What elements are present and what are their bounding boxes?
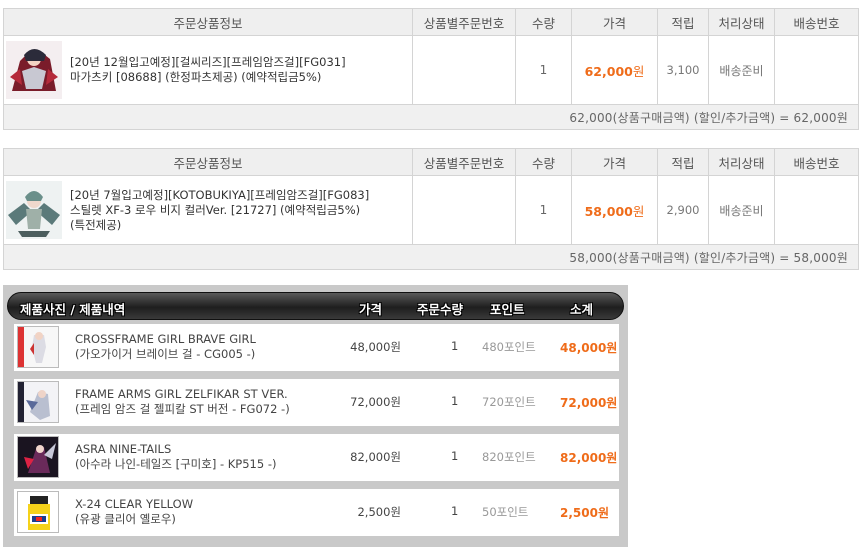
- cart-item-name[interactable]: FRAME ARMS GIRL ZELFIKAR ST VER. (프레임 암즈…: [75, 387, 290, 417]
- header-price: 가격: [571, 8, 658, 36]
- cart-item-name-ko[interactable]: (아수라 나인-테일즈 [구미호] - KP515 -): [75, 457, 276, 472]
- cart-item-qty: 1: [451, 504, 459, 518]
- cart-item-price: 72,000원: [350, 395, 401, 409]
- delivery-no-cell: [774, 175, 859, 245]
- cart-item-points: 50포인트: [482, 505, 529, 519]
- cart-item-points: 720포인트: [482, 395, 536, 409]
- cart-item-name-en[interactable]: ASRA NINE-TAILS: [75, 442, 276, 457]
- product-title-line[interactable]: 스틸렛 XF-3 로우 비지 컬러Ver. [21727] (예약적립금5%): [70, 203, 369, 218]
- cart-item-price: 2,500원: [357, 505, 401, 519]
- paint-bottle-thumbnail-icon[interactable]: [17, 491, 59, 533]
- order-table-1: 주문상품정보 상품별주문번호 수량 가격 적립 처리상태 배송번호 [20년 1…: [3, 8, 859, 130]
- header-order-no: 상품별주문번호: [412, 8, 516, 36]
- cart-header-subtotal: 소계: [570, 302, 594, 317]
- cart-row: X-24 CLEAR YELLOW (유광 클리어 옐로우) 2,500원 1 …: [14, 489, 619, 536]
- cart-item-points: 820포인트: [482, 450, 536, 464]
- status-cell: 배송준비: [708, 175, 775, 245]
- order-table-2: 주문상품정보 상품별주문번호 수량 가격 적립 처리상태 배송번호 [20년 7…: [3, 148, 859, 270]
- header-order-no: 상품별주문번호: [412, 148, 516, 176]
- box-art-thumbnail-icon[interactable]: [17, 436, 59, 478]
- header-qty: 수량: [515, 8, 572, 36]
- cart-box: 제품사진 / 제품내역 가격 주문수량 포인트 소계 CROSSFRAME GI…: [3, 285, 628, 547]
- qty-cell: 1: [515, 175, 572, 245]
- header-status: 처리상태: [708, 148, 775, 176]
- cart-item-qty: 1: [451, 339, 459, 353]
- cart-item-name[interactable]: ASRA NINE-TAILS (아수라 나인-테일즈 [구미호] - KP51…: [75, 442, 276, 472]
- status-cell: 배송준비: [708, 35, 775, 105]
- cart-header-qty: 주문수량: [417, 302, 464, 317]
- cart-item-price: 82,000원: [350, 450, 401, 464]
- cart-item-name-en[interactable]: CROSSFRAME GIRL BRAVE GIRL: [75, 332, 256, 347]
- order-summary: 62,000(상품구매금액) (할인/추가금액) = 62,000원: [3, 104, 859, 130]
- cart-item-price: 48,000원: [350, 340, 401, 354]
- order-no-cell: [412, 35, 516, 105]
- cart-item-qty: 1: [451, 394, 459, 408]
- header-product-info: 주문상품정보: [3, 8, 413, 36]
- price-cell: 58,000원: [571, 175, 658, 245]
- order-item-row: [20년 7월입고예정][KOTOBUKIYA][프레임암즈걸][FG083] …: [3, 175, 859, 245]
- cart-item-name-ko[interactable]: (프레임 암즈 걸 젤피칼 ST 버전 - FG072 -): [75, 402, 290, 417]
- cart-item-name[interactable]: CROSSFRAME GIRL BRAVE GIRL (가오가이거 브레이브 걸…: [75, 332, 256, 362]
- cart-item-name-ko[interactable]: (가오가이거 브레이브 걸 - CG005 -): [75, 347, 256, 362]
- header-price: 가격: [571, 148, 658, 176]
- product-title-line[interactable]: (특전제공): [70, 218, 369, 233]
- points-cell: 3,100: [657, 35, 709, 105]
- cart-row: CROSSFRAME GIRL BRAVE GIRL (가오가이거 브레이브 걸…: [14, 324, 619, 371]
- price-unit: 원: [632, 63, 645, 79]
- cart-item-name[interactable]: X-24 CLEAR YELLOW (유광 클리어 옐로우): [75, 497, 193, 527]
- cart-header-price: 가격: [359, 302, 383, 317]
- figure-thumbnail-icon[interactable]: [6, 181, 62, 239]
- header-delivery-no: 배송번호: [774, 8, 859, 36]
- cart-header: 제품사진 / 제품내역 가격 주문수량 포인트 소계: [7, 292, 624, 320]
- cart-item-name-en[interactable]: X-24 CLEAR YELLOW: [75, 497, 193, 512]
- price-value: 62,000: [584, 63, 633, 79]
- product-title-line[interactable]: [20년 7월입고예정][KOTOBUKIYA][프레임암즈걸][FG083]: [70, 188, 369, 203]
- price-cell: 62,000원: [571, 35, 658, 105]
- order-item-row: [20년 12월입고예정][걸씨리즈][프레임암즈걸][FG031] 마가츠키 …: [3, 35, 859, 105]
- cart-row: FRAME ARMS GIRL ZELFIKAR ST VER. (프레임 암즈…: [14, 379, 619, 426]
- order-no-cell: [412, 175, 516, 245]
- box-art-thumbnail-icon[interactable]: [17, 326, 59, 368]
- cart-item-subtotal: 82,000원: [560, 451, 618, 465]
- cart-item-qty: 1: [451, 449, 459, 463]
- cart-header-points: 포인트: [490, 302, 525, 317]
- cart-row: ASRA NINE-TAILS (아수라 나인-테일즈 [구미호] - KP51…: [14, 434, 619, 481]
- price-unit: 원: [632, 203, 645, 219]
- cart-header-product: 제품사진 / 제품내역: [20, 302, 126, 317]
- box-art-thumbnail-icon[interactable]: [17, 381, 59, 423]
- cart-item-subtotal: 2,500원: [560, 506, 609, 520]
- header-qty: 수량: [515, 148, 572, 176]
- order-table-header: 주문상품정보 상품별주문번호 수량 가격 적립 처리상태 배송번호: [3, 148, 859, 176]
- figure-thumbnail-icon[interactable]: [6, 41, 62, 99]
- product-title-line[interactable]: 마가츠키 [08688] (한정파츠제공) (예약적립금5%): [70, 70, 346, 85]
- product-info-cell: [20년 7월입고예정][KOTOBUKIYA][프레임암즈걸][FG083] …: [3, 175, 413, 245]
- cart-item-subtotal: 48,000원: [560, 341, 618, 355]
- product-info-cell: [20년 12월입고예정][걸씨리즈][프레임암즈걸][FG031] 마가츠키 …: [3, 35, 413, 105]
- order-table-header: 주문상품정보 상품별주문번호 수량 가격 적립 처리상태 배송번호: [3, 8, 859, 36]
- header-delivery-no: 배송번호: [774, 148, 859, 176]
- price-value: 58,000: [584, 203, 633, 219]
- product-title-line[interactable]: [20년 12월입고예정][걸씨리즈][프레임암즈걸][FG031]: [70, 55, 346, 70]
- header-status: 처리상태: [708, 8, 775, 36]
- order-summary-row: 58,000(상품구매금액) (할인/추가금액) = 58,000원: [3, 244, 859, 270]
- header-points: 적립: [657, 148, 709, 176]
- cart-item-name-ko[interactable]: (유광 클리어 옐로우): [75, 512, 193, 527]
- order-summary: 58,000(상품구매금액) (할인/추가금액) = 58,000원: [3, 244, 859, 270]
- cart-item-subtotal: 72,000원: [560, 396, 618, 410]
- header-product-info: 주문상품정보: [3, 148, 413, 176]
- order-summary-row: 62,000(상품구매금액) (할인/추가금액) = 62,000원: [3, 104, 859, 130]
- cart-item-points: 480포인트: [482, 340, 536, 354]
- qty-cell: 1: [515, 35, 572, 105]
- points-cell: 2,900: [657, 175, 709, 245]
- delivery-no-cell: [774, 35, 859, 105]
- header-points: 적립: [657, 8, 709, 36]
- cart-item-name-en[interactable]: FRAME ARMS GIRL ZELFIKAR ST VER.: [75, 387, 290, 402]
